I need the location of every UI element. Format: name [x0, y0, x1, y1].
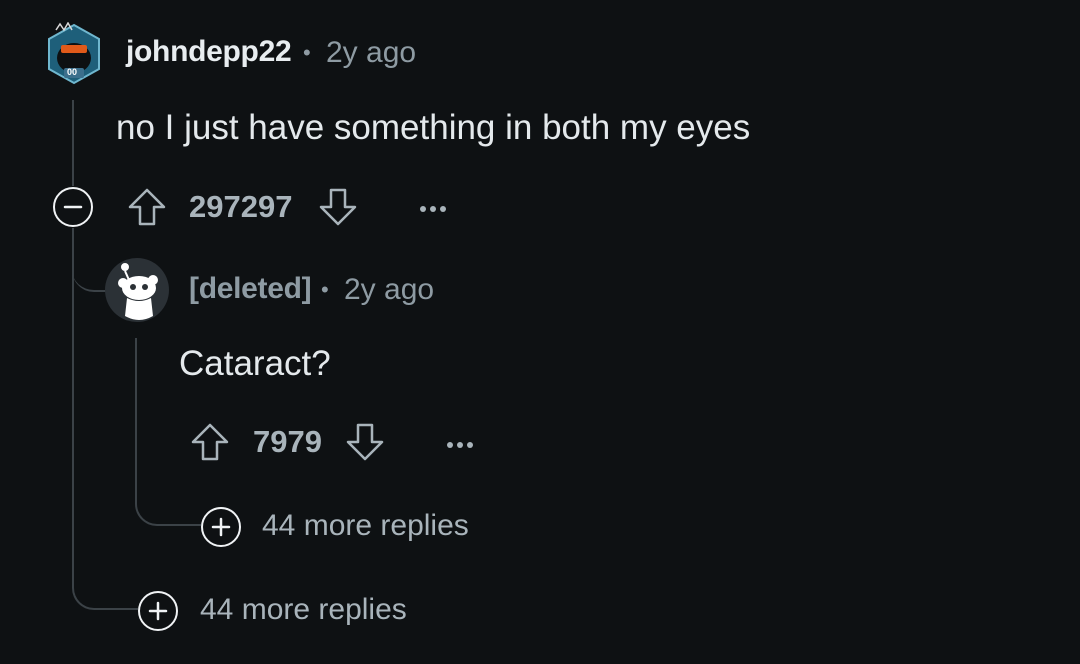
- ellipsis-icon: [447, 442, 473, 448]
- downvote-arrow-icon: [346, 423, 384, 461]
- expand-replies-button[interactable]: [201, 507, 241, 547]
- avatar-badge: 00: [67, 67, 78, 77]
- reply-connector-curve: [72, 228, 108, 292]
- ellipsis-icon: [420, 206, 446, 212]
- vote-score: 297297: [189, 189, 293, 224]
- downvote-button[interactable]: [345, 421, 385, 468]
- downvote-button[interactable]: [318, 186, 358, 233]
- minus-icon: [63, 205, 83, 209]
- plus-icon: [148, 601, 168, 621]
- comment-timestamp: 2y ago: [326, 36, 417, 69]
- reply-more-replies-connector: [135, 480, 201, 526]
- reddit-snoo-icon: [118, 263, 158, 320]
- comment-body: Cataract?: [179, 344, 331, 383]
- expand-replies-button[interactable]: [138, 591, 178, 631]
- meta-separator: •: [303, 40, 311, 65]
- more-options-button[interactable]: [446, 437, 476, 455]
- upvote-arrow-icon: [128, 188, 166, 226]
- plus-icon: [211, 517, 231, 537]
- upvote-arrow-icon: [191, 423, 229, 461]
- root-more-replies-connector: [72, 560, 138, 610]
- upvote-button[interactable]: [127, 186, 167, 233]
- more-options-button[interactable]: [419, 201, 449, 219]
- upvote-button[interactable]: [190, 421, 230, 468]
- comment-body: no I just have something in both my eyes: [116, 108, 751, 147]
- deleted-user-avatar[interactable]: [105, 258, 169, 322]
- collapse-thread-button[interactable]: [53, 187, 93, 227]
- reply-thread-line: [135, 338, 137, 488]
- user-avatar[interactable]: 00: [46, 21, 102, 86]
- more-replies-link[interactable]: 44 more replies: [200, 593, 407, 627]
- downvote-arrow-icon: [319, 188, 357, 226]
- vote-score: 7979: [253, 424, 322, 459]
- meta-separator: •: [321, 277, 329, 302]
- comment-timestamp: 2y ago: [344, 273, 435, 306]
- comment-author-deleted: [deleted]: [189, 272, 312, 305]
- more-replies-link[interactable]: 44 more replies: [262, 509, 469, 543]
- root-thread-line: [72, 100, 74, 186]
- comment-author[interactable]: johndepp22: [126, 35, 292, 69]
